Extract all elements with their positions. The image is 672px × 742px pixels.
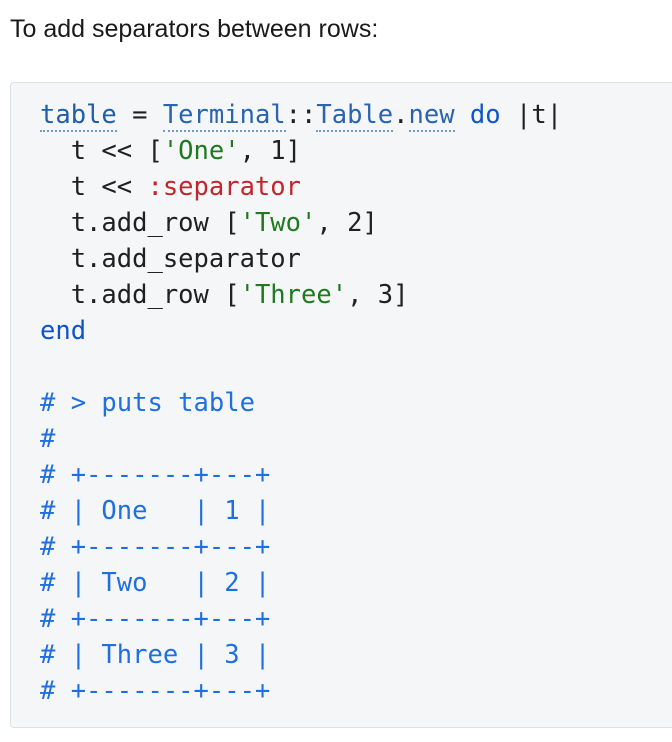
keyword-do: do bbox=[469, 100, 501, 130]
scope-operator: :: bbox=[285, 100, 317, 130]
code-line-7: end bbox=[40, 313, 672, 349]
symbol-literal: :separator bbox=[147, 172, 301, 202]
code-line-5: t.add_separator bbox=[40, 241, 672, 277]
code-line-4: t.add_row ['Two', 2] bbox=[40, 205, 672, 241]
comment-line: # +-------+---+ bbox=[40, 604, 271, 634]
comment-line: # | Three | 3 | bbox=[40, 640, 271, 670]
code-line-1: table = Terminal::Table.new do |t| bbox=[40, 97, 672, 133]
code-text: t << [ bbox=[40, 136, 163, 166]
code-line-3: t << :separator bbox=[40, 169, 672, 205]
block-param: |t| bbox=[500, 100, 563, 130]
string-literal: 'One' bbox=[162, 136, 240, 166]
comment-line: # | One | 1 | bbox=[40, 496, 271, 526]
comment-line: # +-------+---+ bbox=[40, 460, 271, 490]
comment-line: # > puts table bbox=[40, 388, 255, 418]
code-line-6: t.add_row ['Three', 3] bbox=[40, 277, 672, 313]
comment-line: # +-------+---+ bbox=[40, 676, 271, 706]
code-text: t.add_row [ bbox=[40, 208, 240, 238]
string-literal: 'Three' bbox=[239, 280, 348, 310]
code-text: t.add_separator bbox=[40, 244, 301, 274]
constant-terminal[interactable]: Terminal bbox=[162, 100, 286, 132]
string-literal: 'Two' bbox=[239, 208, 317, 238]
code-line-2: t << ['One', 1] bbox=[40, 133, 672, 169]
code-text: , 1] bbox=[239, 136, 302, 166]
comment-line: # +-------+---+ bbox=[40, 532, 271, 562]
comment-line: # | Two | 2 | bbox=[40, 568, 271, 598]
code-text: , 2] bbox=[316, 208, 378, 238]
dot-operator: . bbox=[393, 100, 409, 130]
code-text: , 3] bbox=[347, 280, 409, 310]
constant-table[interactable]: Table bbox=[316, 100, 394, 132]
assign-operator: = bbox=[116, 100, 163, 130]
variable-table[interactable]: table bbox=[40, 100, 117, 132]
code-text: t << bbox=[40, 172, 148, 202]
code-block: table = Terminal::Table.new do |t| t << … bbox=[10, 82, 672, 728]
code-text: t.add_row [ bbox=[40, 280, 240, 310]
intro-text: To add separators between rows: bbox=[10, 15, 379, 43]
keyword-end: end bbox=[40, 316, 87, 346]
method-new[interactable]: new bbox=[408, 100, 455, 132]
comment-line: # bbox=[40, 424, 56, 454]
